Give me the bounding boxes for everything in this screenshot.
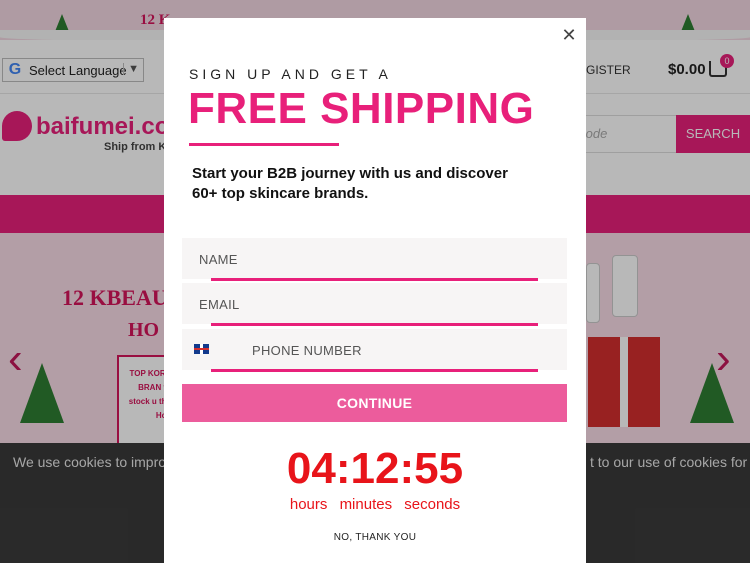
timer-seconds-label: seconds xyxy=(404,496,461,513)
email-field-label: EMAIL xyxy=(199,297,240,312)
email-field[interactable]: EMAIL xyxy=(182,283,567,326)
headline-underline xyxy=(189,143,339,146)
uk-flag-icon[interactable] xyxy=(194,344,209,354)
timer-labels: hours minutes seconds xyxy=(164,496,586,513)
name-field-label: NAME xyxy=(199,252,238,267)
modal-kicker: SIGN UP AND GET A xyxy=(189,66,392,82)
countdown-timer: 04:12:55 xyxy=(286,444,464,493)
email-field-underline xyxy=(211,323,538,326)
close-icon[interactable]: ✕ xyxy=(561,26,577,44)
timer-hours-label: hours xyxy=(289,496,328,513)
phone-field-underline xyxy=(211,369,538,372)
continue-button[interactable]: CONTINUE xyxy=(182,384,567,422)
phone-field[interactable]: PHONE NUMBER xyxy=(182,329,567,372)
phone-field-label: PHONE NUMBER xyxy=(252,343,362,358)
modal-description: Start your B2B journey with us and disco… xyxy=(192,165,508,202)
signup-modal: ✕ SIGN UP AND GET A FREE SHIPPING Start … xyxy=(164,18,586,563)
timer-minutes-label: minutes xyxy=(339,496,393,513)
name-field-underline xyxy=(211,278,538,281)
name-field[interactable]: NAME xyxy=(182,238,567,281)
no-thanks-link[interactable]: NO, THANK YOU xyxy=(164,532,586,543)
modal-headline: FREE SHIPPING xyxy=(188,84,535,133)
